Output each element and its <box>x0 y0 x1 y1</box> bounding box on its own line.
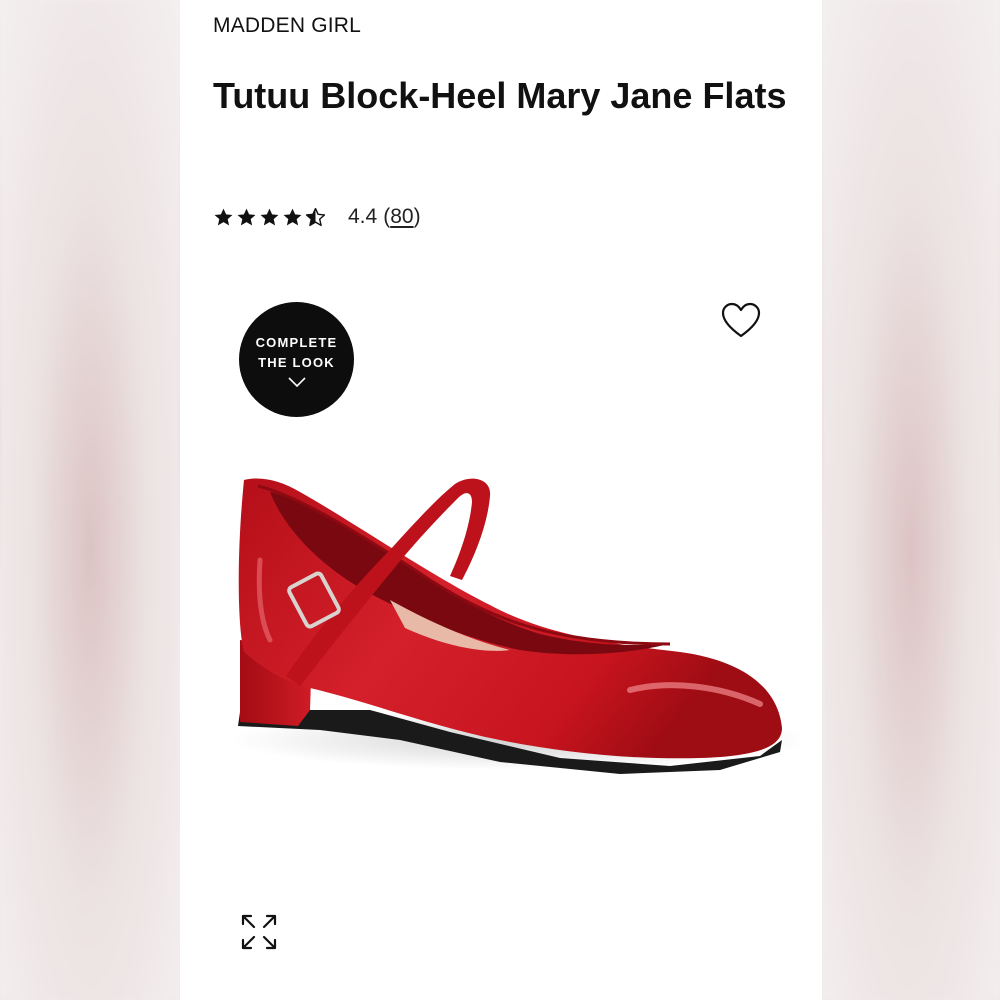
brand-name[interactable]: MADDEN GIRL <box>213 14 361 38</box>
complete-look-line2: THE LOOK <box>258 354 335 370</box>
paren-close: ) <box>413 205 421 228</box>
rating-value: 4.4 <box>348 205 378 228</box>
background-blur-right <box>822 0 1000 1000</box>
rating-row[interactable]: 4.4 (80) <box>213 203 421 231</box>
star-icon <box>283 208 302 225</box>
star-icon <box>237 208 256 225</box>
complete-the-look-button[interactable]: COMPLETE THE LOOK <box>239 302 354 417</box>
chevron-down-icon <box>287 376 306 387</box>
complete-look-line1: COMPLETE <box>255 334 338 350</box>
product-panel: MADDEN GIRL Tutuu Block-Heel Mary Jane F… <box>180 0 822 1000</box>
heart-icon[interactable] <box>721 302 761 340</box>
star-icon <box>214 208 233 225</box>
expand-icon[interactable] <box>240 913 278 951</box>
half-star-icon <box>305 207 326 226</box>
review-count[interactable]: 80 <box>390 205 413 228</box>
star-icon <box>260 208 279 225</box>
review-count-link[interactable]: (80) <box>383 205 420 229</box>
background-blur-left <box>0 0 180 1000</box>
product-image[interactable] <box>200 440 800 840</box>
product-title: Tutuu Block-Heel Mary Jane Flats <box>213 75 787 116</box>
star-rating <box>213 207 326 228</box>
